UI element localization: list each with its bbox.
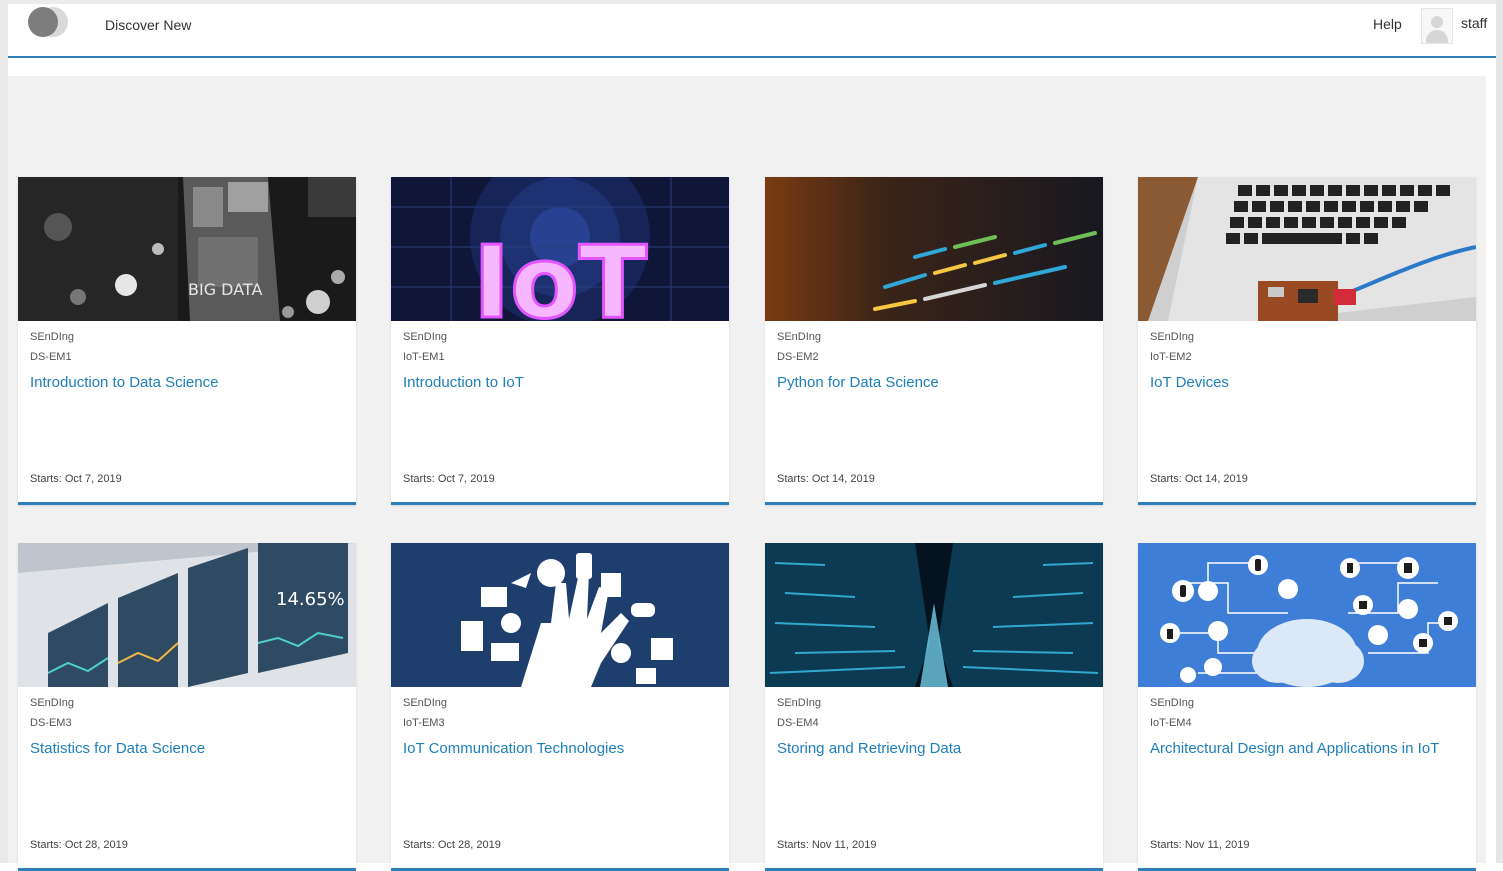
course-image-laptop-board (1138, 177, 1476, 321)
course-start-date: Starts: Oct 7, 2019 (403, 473, 495, 485)
course-title-link[interactable]: Introduction to IoT (403, 374, 524, 391)
course-image-data-tunnel (765, 543, 1103, 687)
course-code: DS-EM1 (30, 351, 72, 363)
course-image-statistics-dashboard: 14.65% (18, 543, 356, 687)
course-start-date: Starts: Oct 14, 2019 (777, 473, 875, 485)
site-header: Discover New Help staff (8, 4, 1496, 58)
course-start-date: Starts: Nov 11, 2019 (1150, 839, 1250, 851)
site-logo[interactable] (28, 7, 70, 39)
statistics-image-text: 14.65% (276, 589, 345, 610)
course-org: SEnDIng (777, 697, 822, 709)
course-title-link[interactable]: Storing and Retrieving Data (777, 740, 961, 757)
logo-circle-dark (28, 7, 58, 37)
course-image-iot: IoT (391, 177, 729, 321)
course-title-link[interactable]: IoT Devices (1150, 374, 1229, 391)
course-title-link[interactable]: Introduction to Data Science (30, 374, 218, 391)
nav-help-link[interactable]: Help (1373, 16, 1402, 32)
course-card[interactable]: SEnDIng DS-EM4 Storing and Retrieving Da… (765, 543, 1103, 871)
course-code: DS-EM2 (777, 351, 819, 363)
course-card[interactable]: BIG DATA SEnDIng DS-EM1 Introduction to … (18, 177, 356, 505)
big-data-image-text: BIG DATA (188, 280, 262, 299)
course-org: SEnDIng (1150, 697, 1195, 709)
course-org: SEnDIng (30, 697, 75, 709)
course-title-link[interactable]: Statistics for Data Science (30, 740, 205, 757)
course-card[interactable]: SEnDIng DS-EM2 Python for Data Science S… (765, 177, 1103, 505)
course-start-date: Starts: Oct 28, 2019 (403, 839, 501, 851)
course-code: IoT-EM3 (403, 717, 445, 729)
course-start-date: Starts: Oct 14, 2019 (1150, 473, 1248, 485)
course-code: IoT-EM2 (1150, 351, 1192, 363)
window-frame-right (1496, 0, 1503, 863)
user-menu-username[interactable]: staff (1461, 15, 1487, 31)
course-card[interactable]: SEnDIng IoT-EM2 IoT Devices Starts: Oct … (1138, 177, 1476, 505)
course-image-iot-cloud (1138, 543, 1476, 687)
course-org: SEnDIng (403, 331, 448, 343)
course-image-devices-hand (391, 543, 729, 687)
course-org: SEnDIng (1150, 331, 1195, 343)
course-code: IoT-EM4 (1150, 717, 1192, 729)
course-card[interactable]: SEnDIng IoT-EM3 IoT Communication Techno… (391, 543, 729, 871)
course-start-date: Starts: Nov 11, 2019 (777, 839, 877, 851)
course-code: DS-EM4 (777, 717, 819, 729)
course-org: SEnDIng (30, 331, 75, 343)
window-frame-left (0, 0, 8, 863)
course-image-python-code (765, 177, 1103, 321)
course-code: IoT-EM1 (403, 351, 445, 363)
course-start-date: Starts: Oct 28, 2019 (30, 839, 128, 851)
user-avatar-icon[interactable] (1421, 8, 1453, 44)
course-title-link[interactable]: IoT Communication Technologies (403, 740, 624, 757)
course-card[interactable]: SEnDIng IoT-EM4 Architectural Design and… (1138, 543, 1476, 871)
course-title-link[interactable]: Python for Data Science (777, 374, 939, 391)
course-org: SEnDIng (777, 331, 822, 343)
course-code: DS-EM3 (30, 717, 72, 729)
course-card[interactable]: IoT SEnDIng IoT-EM1 Introduction to IoT … (391, 177, 729, 505)
course-card[interactable]: 14.65% SEnDIng DS-EM3 Statistics for Dat… (18, 543, 356, 871)
course-image-big-data: BIG DATA (18, 177, 356, 321)
course-org: SEnDIng (403, 697, 448, 709)
course-title-link[interactable]: Architectural Design and Applications in… (1150, 740, 1439, 757)
course-start-date: Starts: Oct 7, 2019 (30, 473, 122, 485)
nav-discover-new-link[interactable]: Discover New (105, 17, 191, 33)
iot-image-text: IoT (473, 224, 647, 321)
